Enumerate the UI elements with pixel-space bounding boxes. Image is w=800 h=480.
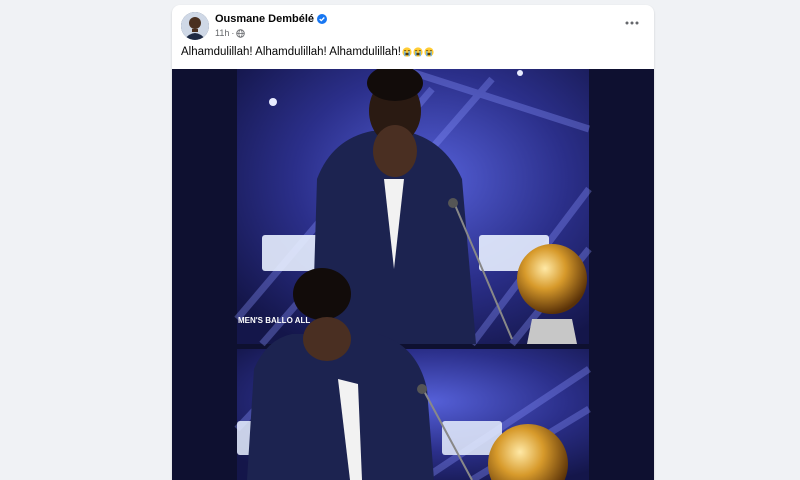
post-timestamp[interactable]: 11h (215, 28, 229, 38)
loudly-crying-face-icon (424, 47, 434, 57)
post-card: Ousmane Dembélé 11h · Alhamdulillah! Alh… (172, 5, 654, 480)
globe-icon[interactable] (236, 28, 246, 38)
author-line: Ousmane Dembélé (215, 13, 328, 25)
ceremony-photo: MEN'S BALLO ALL (172, 65, 654, 480)
more-options-icon (625, 21, 639, 25)
post-photo[interactable]: MEN'S BALLO ALL (172, 65, 654, 480)
loudly-crying-face-icon (413, 47, 423, 57)
post-meta: 11h · (215, 28, 246, 38)
author-avatar[interactable] (181, 12, 209, 40)
meta-separator: · (231, 28, 235, 38)
loudly-crying-face-icon (402, 47, 412, 57)
post-caption: Alhamdulillah! Alhamdulillah! Alhamdulil… (181, 46, 434, 58)
verified-badge-icon (317, 14, 328, 24)
caption-text: Alhamdulillah! Alhamdulillah! Alhamdulil… (181, 46, 401, 58)
photo-overlay-text: MEN'S BALLO ALL (238, 316, 310, 325)
author-name[interactable]: Ousmane Dembélé (215, 13, 314, 25)
more-options-button[interactable] (622, 15, 642, 31)
top-photo-panel: MEN'S BALLO ALL (234, 65, 592, 347)
